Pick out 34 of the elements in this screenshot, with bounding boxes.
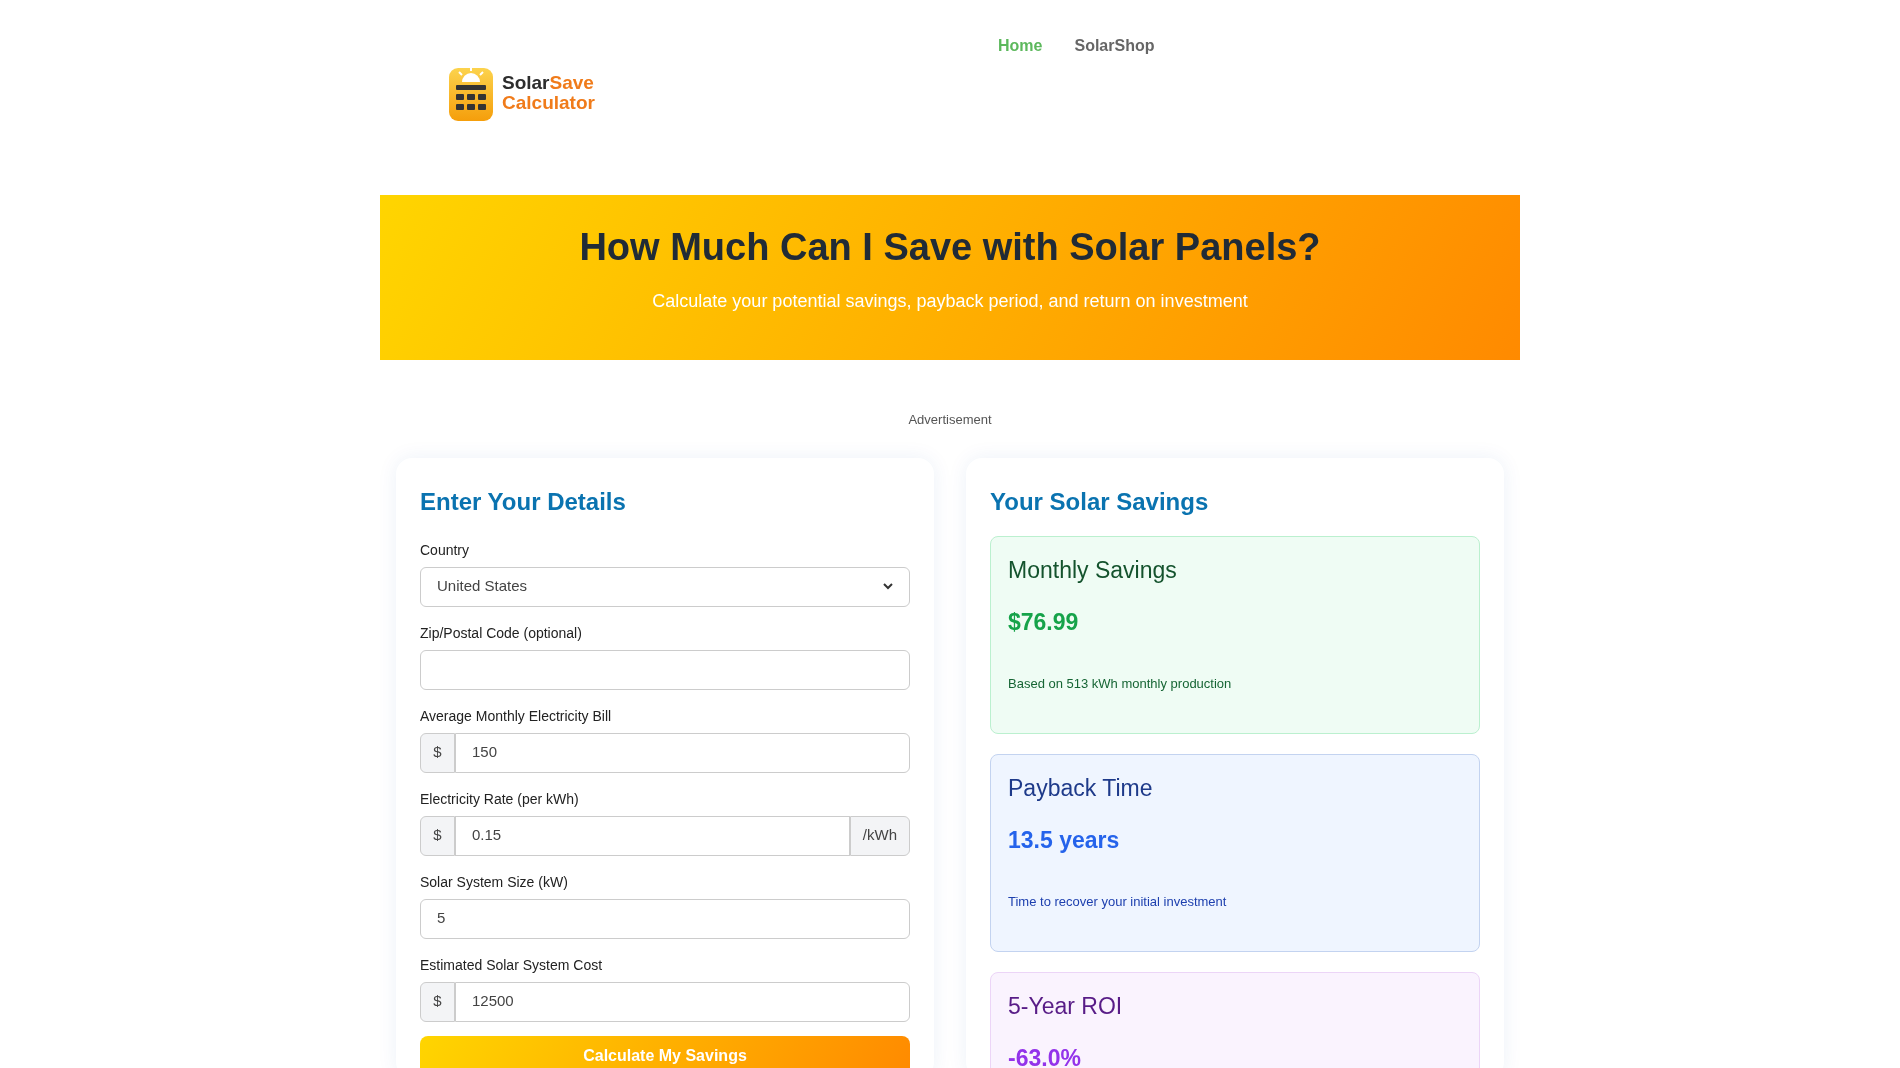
hero-title: How Much Can I Save with Solar Panels? (579, 225, 1321, 270)
input-suffix: /kWh (849, 815, 910, 856)
field-label: Estimated Solar System Cost (420, 955, 604, 975)
input-prefix: $ (420, 815, 455, 856)
field-label: Solar System Size (kW) (420, 872, 569, 892)
input-field[interactable]: 12500 (455, 981, 910, 1022)
hero-subtitle: Calculate your potential savings, payback period, and return on investment (652, 290, 1248, 313)
form-title: Enter Your Details (420, 486, 627, 517)
result-value: -63.0% (1008, 1044, 1082, 1068)
input-field[interactable]: 5 (420, 898, 910, 939)
nav-link[interactable]: SolarShop (1066, 30, 1163, 62)
ad-label: Advertisement (908, 411, 992, 429)
input-field[interactable] (420, 649, 910, 690)
input-field[interactable]: 0.15 (455, 815, 850, 856)
country-select[interactable]: United States (420, 566, 910, 607)
input-prefix: $ (420, 732, 455, 773)
field-label: Average Monthly Electricity Bill (420, 706, 613, 726)
logo-text: Calculator (502, 93, 595, 113)
results-title: Your Solar Savings (990, 486, 1210, 517)
logo-text: Save (549, 73, 594, 93)
field-label: Electricity Rate (per kWh) (420, 789, 580, 809)
chevron-down-icon (883, 583, 893, 590)
result-note: Based on 513 kWh monthly production (1008, 674, 1233, 693)
result-value: 13.5 years (1008, 826, 1121, 855)
result-note: Time to recover your initial investment (1008, 892, 1228, 911)
field-label: Country (420, 540, 471, 560)
logo-text: Solar (502, 73, 550, 93)
input-field[interactable]: 150 (455, 732, 910, 773)
result-title: Payback Time (1008, 773, 1154, 803)
result-value: $76.99 (1008, 608, 1080, 637)
field-label: Zip/Postal Code (optional) (420, 623, 583, 643)
result-title: Monthly Savings (1008, 555, 1178, 585)
input-prefix: $ (420, 981, 455, 1022)
result-title: 5-Year ROI (1008, 991, 1124, 1021)
